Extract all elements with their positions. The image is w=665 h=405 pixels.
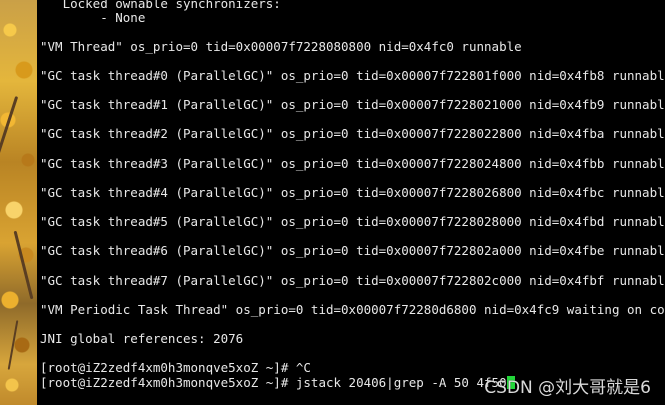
- terminal-line: "GC task thread#3 (ParallelGC)" os_prio=…: [40, 156, 665, 171]
- terminal-line: "VM Thread" os_prio=0 tid=0x00007f722808…: [40, 39, 522, 54]
- terminal-line: "GC task thread#7 (ParallelGC)" os_prio=…: [40, 273, 665, 288]
- terminal-line: "GC task thread#5 (ParallelGC)" os_prio=…: [40, 214, 665, 229]
- terminal-line: "GC task thread#0 (ParallelGC)" os_prio=…: [40, 68, 665, 83]
- watermark: CSDN @刘大哥就是6: [484, 378, 651, 398]
- terminal-line: "GC task thread#6 (ParallelGC)" os_prio=…: [40, 243, 665, 258]
- terminal-line: - None: [40, 10, 146, 25]
- terminal-command-text: [root@iZ2zedf4xm0h3monqve5xoZ ~]# jstack…: [40, 375, 507, 390]
- terminal-line: "VM Periodic Task Thread" os_prio=0 tid=…: [40, 302, 665, 317]
- terminal-line: "GC task thread#2 (ParallelGC)" os_prio=…: [40, 126, 665, 141]
- terminal-line: JNI global references: 2076: [40, 331, 244, 346]
- screen: Locked ownable synchronizers: - None "VM…: [0, 0, 665, 405]
- terminal-line: "GC task thread#4 (ParallelGC)" os_prio=…: [40, 185, 665, 200]
- terminal-line: "GC task thread#1 (ParallelGC)" os_prio=…: [40, 97, 665, 112]
- terminal-window[interactable]: Locked ownable synchronizers: - None "VM…: [37, 0, 665, 405]
- terminal-command-line[interactable]: [root@iZ2zedf4xm0h3monqve5xoZ ~]# jstack…: [40, 375, 515, 390]
- desktop-wallpaper: [0, 0, 37, 405]
- terminal-line: [root@iZ2zedf4xm0h3monqve5xoZ ~]# ^C: [40, 360, 311, 375]
